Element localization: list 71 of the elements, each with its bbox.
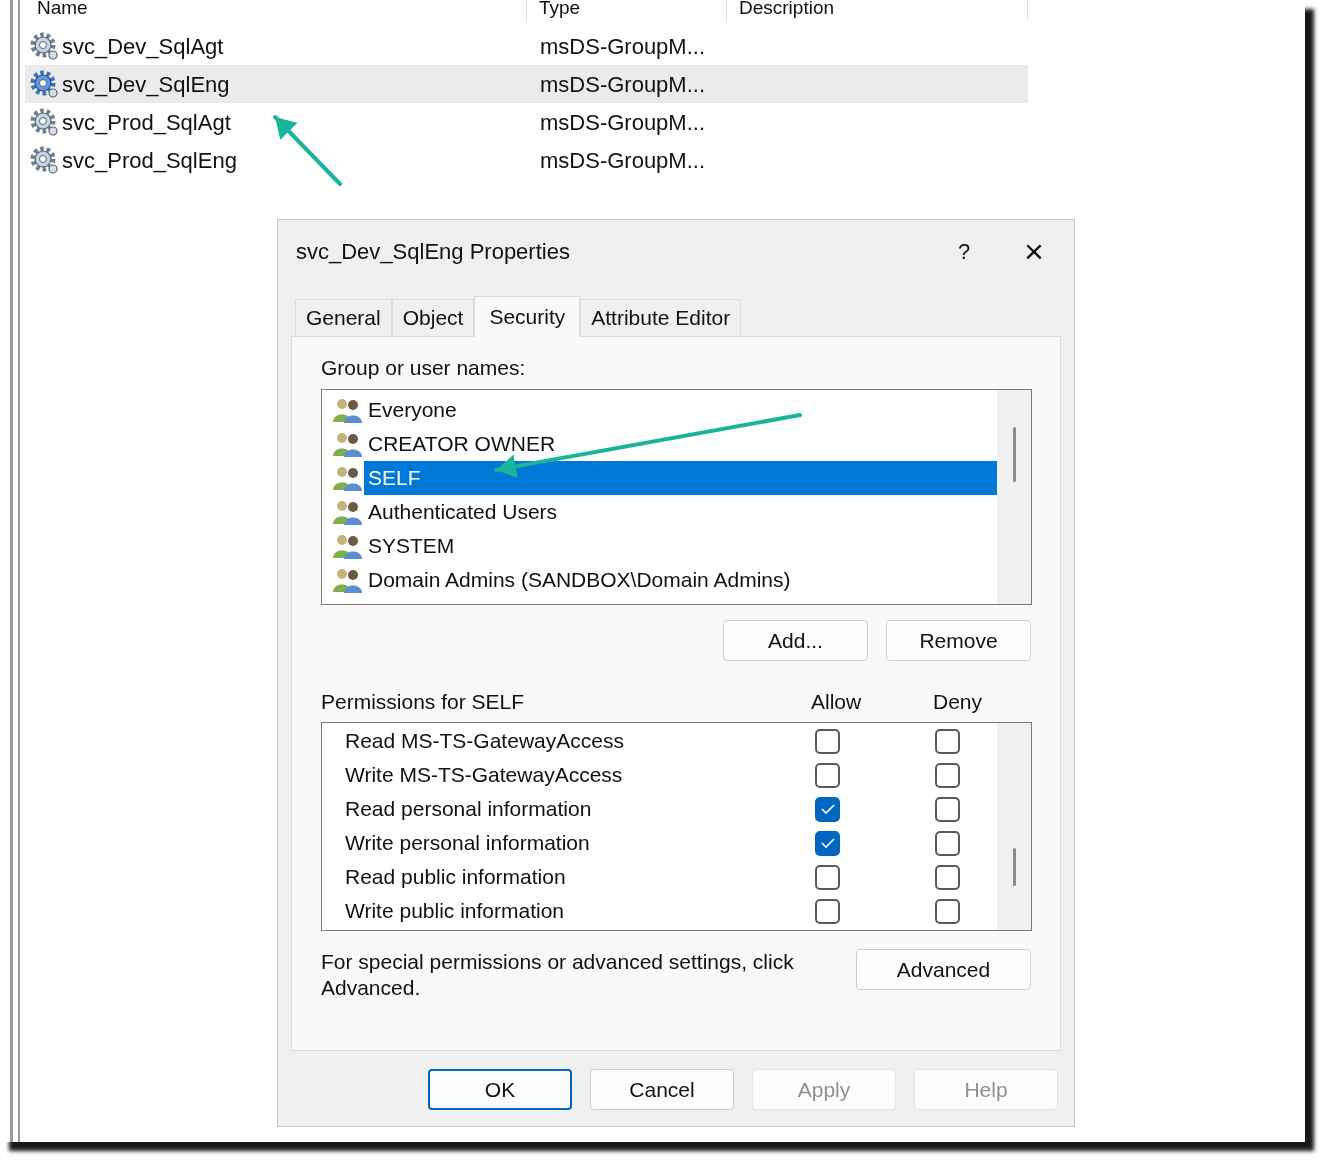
gear-icon	[29, 69, 59, 99]
permission-name: Read MS-TS-GatewayAccess	[344, 728, 625, 754]
deny-header: Deny	[933, 689, 983, 716]
scrollbar-thumb[interactable]	[1013, 427, 1016, 482]
list-item[interactable]: Authenticated Users	[364, 495, 997, 529]
dialog-button[interactable]: Cancel	[590, 1069, 734, 1110]
help-button[interactable]: ?	[944, 231, 984, 271]
list-row[interactable]: svc_Dev_SqlAgt msDS-GroupM...	[25, 27, 1028, 65]
allow-header: Allow	[811, 689, 863, 716]
checkbox[interactable]	[815, 864, 840, 890]
checkbox[interactable]	[935, 796, 960, 822]
column-header[interactable]: Name	[25, 0, 527, 22]
object-name: svc_Prod_SqlEng	[62, 146, 237, 175]
checkbox[interactable]	[935, 864, 960, 890]
users-icon	[332, 533, 364, 559]
advanced-hint: For special permissions or advanced settings, click Advanced.	[321, 949, 795, 1001]
list-row[interactable]: svc_Prod_SqlEng msDS-GroupM...	[25, 141, 1028, 179]
checkbox[interactable]	[815, 898, 840, 924]
gear-icon	[29, 145, 59, 175]
object-name: svc_Dev_SqlEng	[62, 70, 230, 99]
list-item[interactable]: Everyone	[364, 393, 997, 427]
tab[interactable]: Attribute Editor	[580, 299, 742, 336]
object-type: msDS-GroupM...	[539, 32, 706, 61]
permission-name: Write personal information	[344, 830, 591, 856]
list-row[interactable]: svc_Dev_SqlEng msDS-GroupM...	[25, 65, 1028, 103]
permission-name: Read public information	[344, 864, 567, 890]
checkbox[interactable]	[935, 830, 960, 856]
dialog-button[interactable]: Remove	[886, 620, 1031, 661]
checkbox[interactable]	[935, 728, 960, 754]
checkmark-icon	[820, 837, 835, 849]
checkbox[interactable]	[815, 830, 840, 856]
dialog-button[interactable]: Add...	[723, 620, 868, 661]
checkbox[interactable]	[935, 762, 960, 788]
users-icon	[332, 465, 364, 491]
tab[interactable]: Security	[474, 296, 581, 337]
checkbox[interactable]	[815, 762, 840, 788]
object-type: msDS-GroupM...	[539, 70, 706, 99]
list-item[interactable]: CREATOR OWNER	[364, 427, 997, 461]
dialog-button[interactable]: OK	[428, 1069, 572, 1110]
object-name: svc_Prod_SqlAgt	[62, 108, 231, 137]
checkbox[interactable]	[935, 898, 960, 924]
permission-name: Write public information	[344, 898, 566, 924]
object-type: msDS-GroupM...	[539, 108, 706, 137]
users-icon	[332, 397, 364, 423]
tab[interactable]: Object	[391, 299, 475, 336]
group-label: Group or user names:	[321, 355, 527, 381]
list-row[interactable]: svc_Prod_SqlAgt msDS-GroupM...	[25, 103, 1028, 141]
tab[interactable]: General	[295, 299, 392, 336]
list-item[interactable]: SYSTEM	[364, 529, 997, 563]
gear-icon	[29, 31, 59, 61]
advanced-button[interactable]: Advanced	[856, 949, 1031, 990]
checkmark-icon	[820, 803, 835, 815]
checkbox[interactable]	[815, 728, 840, 754]
permission-name: Write MS-TS-GatewayAccess	[344, 762, 624, 788]
users-icon	[332, 567, 364, 593]
dialog-title: svc_Dev_SqlEng Properties	[296, 237, 571, 266]
column-header[interactable]: Description	[727, 0, 1028, 22]
permissions-label: Permissions for SELF	[321, 689, 526, 716]
users-icon	[332, 499, 364, 525]
list-item[interactable]: SELF	[364, 461, 997, 495]
pointer-arrow	[273, 115, 342, 186]
close-button[interactable]: ×	[1014, 231, 1054, 271]
permission-name: Read personal information	[344, 796, 593, 822]
users-icon	[332, 431, 364, 457]
list-item[interactable]: Domain Admins (SANDBOX\Domain Admins)	[364, 563, 997, 597]
column-header[interactable]: Type	[527, 0, 727, 22]
object-type: msDS-GroupM...	[539, 146, 706, 175]
object-name: svc_Dev_SqlAgt	[62, 32, 224, 61]
checkbox[interactable]	[815, 796, 840, 822]
gear-icon	[29, 107, 59, 137]
scrollbar-thumb[interactable]	[1013, 848, 1016, 886]
